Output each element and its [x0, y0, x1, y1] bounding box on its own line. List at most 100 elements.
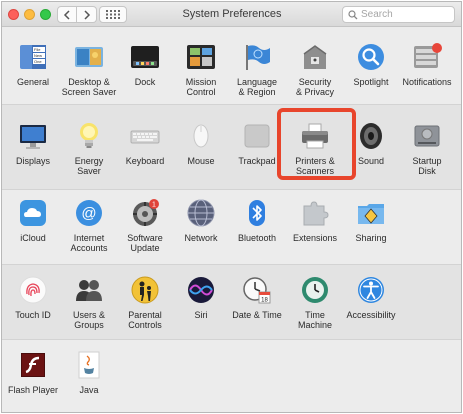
forward-button[interactable]	[77, 6, 97, 23]
pref-users-groups[interactable]: Users & Groups	[60, 275, 118, 330]
printers-scanners-icon	[300, 121, 330, 151]
pref-label: Bluetooth	[237, 233, 277, 243]
system-preferences-window: System Preferences File New One Genera	[1, 1, 462, 413]
pref-mission-control[interactable]: Mission Control	[172, 42, 230, 97]
pref-desktop-screen-saver[interactable]: Desktop & Screen Saver	[60, 42, 118, 97]
pref-label: Notifications	[402, 77, 452, 87]
pref-label: Spotlight	[353, 77, 389, 87]
internet-accounts-icon: @	[74, 198, 104, 228]
pref-label: Mission Control	[185, 77, 217, 97]
pref-label: Network	[184, 233, 218, 243]
show-all-button[interactable]	[99, 6, 127, 23]
language-region-icon	[242, 42, 272, 72]
pref-java[interactable]: Java	[60, 350, 118, 395]
pref-spotlight[interactable]: Spotlight	[342, 42, 400, 87]
search-icon	[348, 9, 358, 19]
pref-flash-player[interactable]: Flash Player	[4, 350, 62, 395]
sound-icon	[356, 121, 386, 151]
search-field[interactable]	[342, 6, 455, 23]
pref-label: General	[16, 77, 50, 87]
pref-mouse[interactable]: Mouse	[172, 121, 230, 166]
network-icon	[186, 198, 216, 228]
pref-label: Internet Accounts	[70, 233, 108, 253]
pref-label: Printers & Scanners	[295, 156, 335, 176]
pref-sound[interactable]: Sound	[342, 121, 400, 166]
pref-label: Siri	[194, 310, 208, 320]
search-input[interactable]	[361, 9, 451, 20]
pref-touch-id[interactable]: Touch ID	[4, 275, 62, 320]
accessibility-icon	[356, 275, 386, 305]
pref-startup-disk[interactable]: Startup Disk	[398, 121, 456, 176]
pref-bluetooth[interactable]: Bluetooth	[228, 198, 286, 243]
icloud-icon	[18, 198, 48, 228]
pref-accessibility[interactable]: Accessibility	[342, 275, 400, 320]
zoom-window-button[interactable]	[40, 9, 51, 20]
date-time-icon: 18	[242, 275, 272, 305]
pref-security-privacy[interactable]: Security & Privacy	[286, 42, 344, 97]
pref-sharing[interactable]: Sharing	[342, 198, 400, 243]
pref-label: Desktop & Screen Saver	[61, 77, 117, 97]
svg-text:@: @	[81, 205, 96, 222]
pref-siri[interactable]: Siri	[172, 275, 230, 320]
pref-label: Mouse	[187, 156, 215, 166]
chevron-left-icon	[63, 9, 70, 20]
pref-label: Trackpad	[238, 156, 276, 166]
pref-label: Accessibility	[346, 310, 396, 320]
pref-label: Users & Groups	[72, 310, 105, 330]
pref-keyboard[interactable]: Keyboard	[116, 121, 174, 166]
pref-general[interactable]: File New One General	[4, 42, 62, 87]
close-window-button[interactable]	[8, 9, 19, 20]
pref-label: Security & Privacy	[295, 77, 334, 97]
pref-label: iCloud	[20, 233, 46, 243]
chevron-right-icon	[83, 9, 90, 20]
minimize-window-button[interactable]	[24, 9, 35, 20]
pref-label: Sound	[357, 156, 385, 166]
pref-internet-accounts[interactable]: @ Internet Accounts	[60, 198, 118, 253]
pref-trackpad[interactable]: Trackpad	[228, 121, 286, 166]
pref-printers-scanners[interactable]: Printers & Scanners	[286, 121, 344, 176]
mission-control-icon	[186, 42, 216, 72]
mouse-icon	[186, 121, 216, 151]
general-icon-text-new: New	[34, 53, 42, 58]
touch-id-icon	[18, 275, 48, 305]
extensions-icon	[300, 198, 330, 228]
pref-language-region[interactable]: Language & Region	[228, 42, 286, 97]
pref-notifications[interactable]: Notifications	[398, 42, 456, 87]
pref-label: Touch ID	[15, 310, 51, 320]
general-icon-text-one: One	[34, 59, 42, 64]
security-privacy-icon	[300, 42, 330, 72]
pref-icloud[interactable]: iCloud	[4, 198, 62, 243]
pref-energy-saver[interactable]: Energy Saver	[60, 121, 118, 176]
pref-label: Date & Time	[232, 310, 282, 320]
pref-label: Extensions	[292, 233, 338, 243]
parental-controls-icon	[130, 275, 160, 305]
pref-label: Energy Saver	[74, 156, 104, 176]
keyboard-icon	[130, 121, 160, 151]
titlebar: System Preferences	[2, 2, 461, 27]
window-title: System Preferences	[182, 8, 282, 20]
pref-label: Sharing	[355, 233, 387, 243]
pref-software-update[interactable]: 1 Software Update	[116, 198, 174, 253]
pref-displays[interactable]: Displays	[4, 121, 62, 166]
pref-time-machine[interactable]: Time Machine	[286, 275, 344, 330]
section-system: Touch ID Users & Groups Parental Control…	[2, 264, 461, 340]
startup-disk-icon	[412, 121, 442, 151]
pref-extensions[interactable]: Extensions	[286, 198, 344, 243]
pref-label: Time Machine	[297, 310, 333, 330]
section-hardware: Displays Energy Saver Keyboard Mouse Tra…	[2, 104, 461, 190]
pref-label: Java	[79, 385, 99, 395]
calendar-day: 18	[261, 298, 268, 304]
back-button[interactable]	[57, 6, 77, 23]
displays-icon	[18, 121, 48, 151]
pref-dock[interactable]: Dock	[116, 42, 174, 87]
pref-parental-controls[interactable]: Parental Controls	[116, 275, 174, 330]
users-groups-icon	[74, 275, 104, 305]
pref-network[interactable]: Network	[172, 198, 230, 243]
pref-date-time[interactable]: 18 Date & Time	[228, 275, 286, 320]
section-internet-wireless: iCloud @ Internet Accounts 1 Software Up…	[2, 190, 461, 264]
pref-label: Dock	[134, 77, 156, 87]
trackpad-icon	[242, 121, 272, 151]
energy-saver-icon	[74, 121, 104, 151]
desktop-screensaver-icon	[74, 42, 104, 72]
siri-icon	[186, 275, 216, 305]
